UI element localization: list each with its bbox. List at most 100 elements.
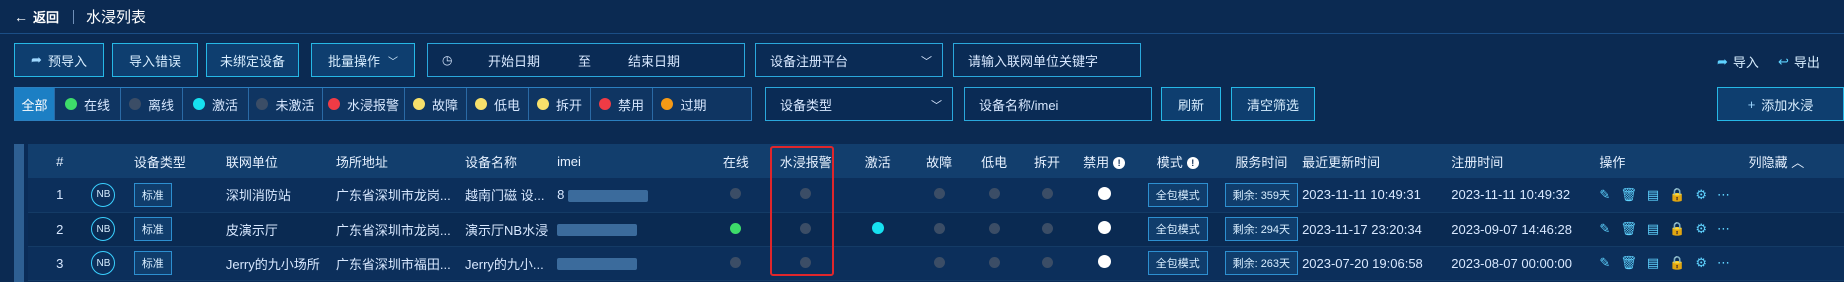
unbound-devices-button[interactable]: 未绑定设备 (206, 43, 299, 77)
filter-0[interactable]: 全部 (15, 88, 55, 120)
page-title: 水浸列表 (86, 9, 147, 26)
chevron-down-icon: ﹀ (921, 56, 932, 68)
active-cell (844, 212, 911, 247)
date-range-picker[interactable]: ◷ 开始日期 至 结束日期 (427, 43, 745, 77)
refresh-button[interactable]: 刷新 (1161, 87, 1221, 121)
col-type: 设备类型 (133, 144, 226, 178)
ops-cell: ✎ 🗑 ▤ 🔒 ⚙ ⋯ (1599, 246, 1749, 281)
batch-ops-label: 批量操作 (327, 53, 380, 69)
status-dot-icon (256, 98, 269, 110)
more-icon[interactable]: ⋯ (1717, 221, 1730, 236)
unit-search-input[interactable]: 请输入联网单位关键字 (953, 43, 1141, 77)
col-updated: 最近更新时间 (1302, 144, 1452, 178)
filter-5[interactable]: 水浸报警 (323, 88, 405, 120)
device-name-input[interactable]: 设备名称/imei (964, 87, 1152, 121)
unbound-devices-label: 未绑定设备 (219, 53, 285, 69)
batch-ops-button[interactable]: 批量操作 ﹀ (311, 43, 415, 77)
settings-icon[interactable]: ⚙ (1695, 255, 1707, 270)
title-divider (73, 9, 75, 24)
col-mode-label: 模式 (1156, 154, 1183, 170)
alarm-dot-icon (800, 256, 812, 268)
filter-label: 禁用 (617, 97, 644, 113)
imei-redacted (557, 258, 638, 271)
trash-icon[interactable]: 🗑 (1620, 255, 1637, 270)
edit-icon[interactable]: ✎ (1599, 187, 1610, 202)
col-ops: 操作 (1599, 144, 1749, 178)
device-table: # 设备类型 联网单位 场所地址 设备名称 imei 在线 水浸报警 激活 故障… (28, 144, 1844, 281)
filter-label: 低电 (493, 97, 520, 113)
filter-label: 故障 (431, 97, 458, 113)
type-cell: 标准 (133, 246, 226, 281)
nb-badge: NB (91, 182, 116, 207)
trash-icon[interactable]: 🗑 (1620, 221, 1637, 236)
filter-7[interactable]: 低电 (467, 88, 529, 120)
more-icon[interactable]: ⋯ (1717, 187, 1730, 202)
lock-icon[interactable]: 🔒 (1669, 187, 1685, 202)
export-label: 导出 (1793, 55, 1820, 70)
filter-3[interactable]: 激活 (183, 88, 249, 120)
col-disabled-label: 禁用 (1083, 154, 1110, 170)
edit-icon[interactable]: ✎ (1599, 221, 1610, 236)
col-hide[interactable]: 列隐藏 ︿ (1748, 144, 1844, 178)
pre-import-button[interactable]: ➦ 预导入 (14, 43, 104, 77)
title-bar: ← 返回 水浸列表 (0, 0, 1844, 34)
import-error-button[interactable]: 导入错误 (112, 43, 198, 77)
trash-icon[interactable]: 🗑 (1620, 187, 1637, 202)
settings-icon[interactable]: ⚙ (1695, 187, 1707, 202)
status-filter-group: 全部 在线 离线 激活 未激活 水浸报警 故障 低电 拆开 禁用 过期 (14, 87, 752, 121)
import-label: 导入 (1732, 55, 1759, 70)
disabled-toggle-icon[interactable] (1097, 255, 1111, 268)
back-button[interactable]: ← 返回 (14, 7, 59, 26)
info-icon[interactable]: ! (1186, 157, 1199, 170)
export-button[interactable]: ↩ 导出 (1778, 52, 1820, 71)
lowbat-cell (967, 246, 1021, 281)
lock-icon[interactable]: 🔒 (1669, 255, 1685, 270)
unit-text: 皮演示厅 (225, 222, 278, 238)
table-row[interactable]: 3 NB 标准 Jerry的九小场所 广东省深圳市福田... Jerry的九小... 全包模… (28, 246, 1844, 281)
filter-9[interactable]: 禁用 (591, 88, 653, 120)
filter-1[interactable]: 在线 (55, 88, 121, 120)
filter-10[interactable]: 过期 (653, 88, 715, 120)
refresh-label: 刷新 (1177, 97, 1204, 113)
chevron-down-icon: ﹀ (931, 100, 942, 112)
online-cell (705, 212, 767, 247)
chevron-down-icon: ﹀ (388, 56, 398, 68)
type-cell: 标准 (133, 178, 226, 213)
edit-icon[interactable]: ✎ (1599, 255, 1610, 270)
info-icon[interactable]: ! (1113, 157, 1126, 170)
import-button[interactable]: ➦ 导入 (1717, 52, 1759, 71)
lock-icon[interactable]: 🔒 (1669, 221, 1685, 236)
filter-6[interactable]: 故障 (405, 88, 467, 120)
lowbat-dot-icon (988, 256, 1000, 268)
filter-2[interactable]: 离线 (121, 88, 183, 120)
disabled-toggle-icon[interactable] (1097, 186, 1111, 200)
add-water-button[interactable]: + 添加水浸 (1717, 87, 1844, 121)
device-type-value: 设备类型 (780, 97, 833, 113)
type-tag: 标准 (133, 182, 172, 207)
col-index: # (28, 144, 92, 178)
date-end[interactable]: 结束日期 (628, 51, 680, 70)
clear-filter-button[interactable]: 清空筛选 (1231, 87, 1315, 121)
document-icon[interactable]: ▤ (1647, 187, 1659, 202)
hide-cell (1748, 212, 1844, 247)
document-icon[interactable]: ▤ (1647, 221, 1659, 236)
address-cell: 广东省深圳市龙岗... (335, 212, 466, 247)
settings-icon[interactable]: ⚙ (1695, 221, 1707, 236)
filter-8[interactable]: 拆开 (529, 88, 591, 120)
reply-icon: ↩ (1778, 53, 1789, 69)
table-row[interactable]: 1 NB 标准 深圳消防站 广东省深圳市龙岗... 越南门磁 设... 8 全包模式 剩余: … (28, 178, 1844, 213)
table-row[interactable]: 2 NB 标准 皮演示厅 广东省深圳市龙岗... 演示厅NB水浸 全包模式 剩余: 294天 2… (28, 212, 1844, 247)
lowbat-cell (967, 178, 1021, 213)
pre-import-label: 预导入 (47, 53, 87, 69)
nb-badge: NB (91, 217, 116, 241)
imei-prefix: 8 (557, 187, 565, 203)
platform-select[interactable]: 设备注册平台 ﹀ (755, 43, 943, 77)
date-start[interactable]: 开始日期 (488, 51, 540, 70)
disabled-toggle-icon[interactable] (1097, 221, 1111, 234)
device-type-select[interactable]: 设备类型 ﹀ (765, 87, 953, 121)
open-dot-icon (1041, 256, 1053, 268)
more-icon[interactable]: ⋯ (1717, 255, 1730, 270)
document-icon[interactable]: ▤ (1647, 255, 1659, 270)
filter-4[interactable]: 未激活 (249, 88, 323, 120)
type-tag: 标准 (133, 251, 172, 275)
